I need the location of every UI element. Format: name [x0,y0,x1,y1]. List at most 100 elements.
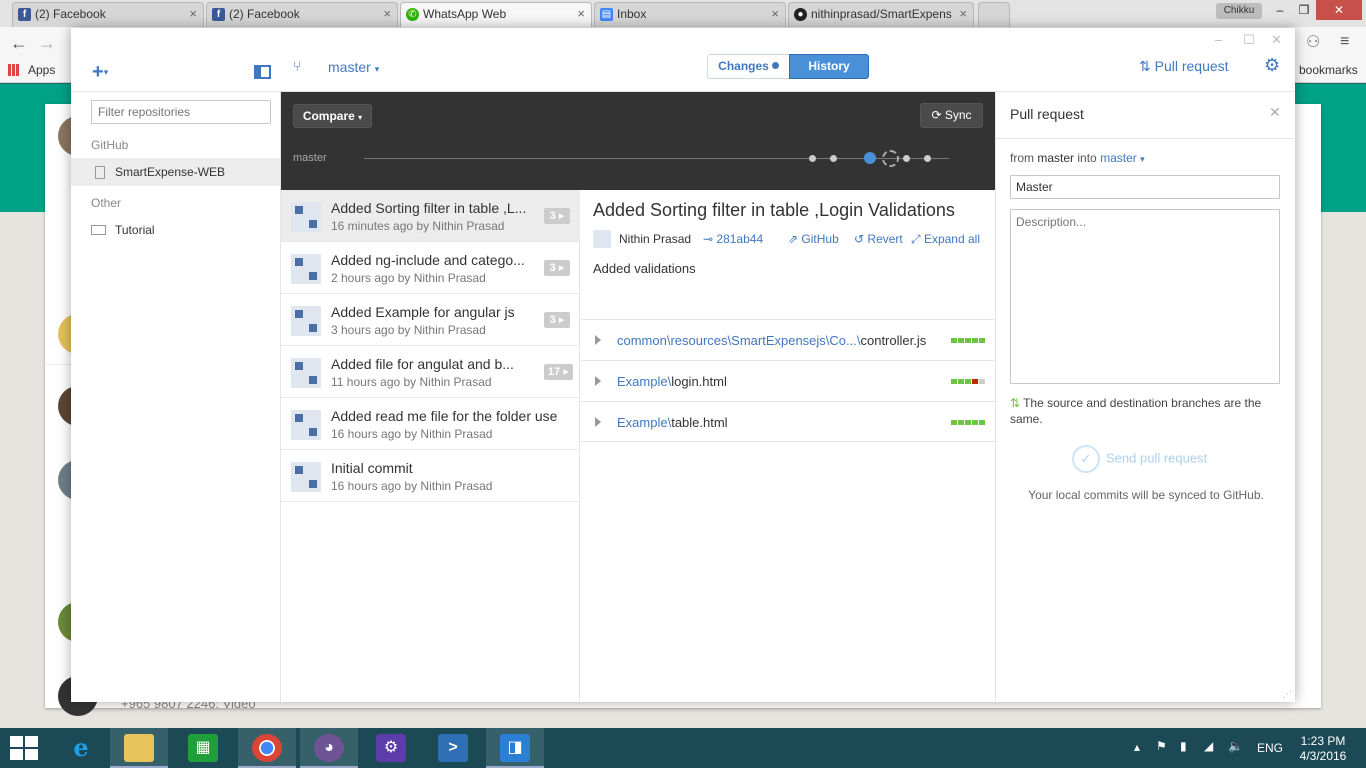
revert-button[interactable]: ↺ Revert [854,232,903,246]
language-indicator[interactable]: ENG [1257,741,1283,755]
pull-request-button[interactable]: ⇅ Pull request [1139,58,1229,75]
commit-meta: 2 hours ago by Nithin Prasad [331,271,486,285]
browser-tab[interactable]: f (2) Facebook × [206,2,398,27]
changed-file-row[interactable]: Example\login.html [581,360,995,401]
close-icon[interactable]: × [959,6,967,21]
timeline-node[interactable] [903,155,910,162]
maximize-icon[interactable]: ☐ [1243,32,1255,48]
taskbar-app[interactable]: ◨ [486,728,544,768]
pull-request-description-input[interactable] [1010,209,1280,384]
taskbar-store[interactable]: ▦ [174,728,232,768]
close-icon[interactable]: × [577,6,585,21]
forward-icon[interactable]: → [38,33,56,54]
gear-icon[interactable]: ⚙ [1264,55,1280,76]
flag-icon[interactable]: ⚑ [1156,739,1167,753]
minimize-icon[interactable]: – [1215,32,1222,47]
chevron-right-icon[interactable] [595,417,601,427]
timeline-node[interactable] [830,155,837,162]
tab-history[interactable]: History [789,54,869,79]
diff-stat-block [965,379,971,384]
timeline-node[interactable] [809,155,816,162]
maximize-icon[interactable]: ❐ [1292,0,1316,20]
sidebar-toggle-icon[interactable] [254,65,271,79]
browser-user-badge[interactable]: Chikku [1216,3,1262,19]
add-repository-button[interactable]: +▾ [92,62,108,82]
commit-message: Initial commit [331,460,413,476]
browser-tab[interactable]: ▤ Inbox × [594,2,786,27]
expand-all-button[interactable]: ⤢ Expand all [911,232,980,247]
commit-message: Added file for angulat and b... [331,356,514,372]
close-icon[interactable]: ✕ [1271,32,1282,48]
other-bookmarks-link[interactable]: bookmarks [1299,63,1358,77]
back-icon[interactable]: ← [10,33,28,54]
window-icon: ◨ [500,734,530,762]
commit-item[interactable]: Added read me file for the folder use 16… [281,398,580,450]
view-on-github-link[interactable]: ⇗ GitHub [788,232,839,246]
changed-file-row[interactable]: common\resources\SmartExpensejs\Co...\co… [581,319,995,360]
menu-icon[interactable]: ≡ [1340,33,1349,51]
apps-link[interactable]: Apps [28,63,55,77]
extension-icon[interactable]: ⚇ [1306,32,1320,52]
commit-item[interactable]: Initial commit 16 hours ago by Nithin Pr… [281,450,580,502]
expand-icon: ⤢ [911,232,921,246]
changed-file-row[interactable]: Example\table.html [581,401,995,442]
target-branch-selector[interactable]: master ▾ [1100,151,1145,165]
commit-file-count-badge[interactable]: 3 ▸ [544,312,570,328]
taskbar-chrome[interactable] [238,728,296,768]
apps-icon[interactable] [8,64,20,76]
compare-button[interactable]: Compare ▾ [293,104,372,128]
chevron-right-icon[interactable] [595,335,601,345]
diff-stat-block [958,379,964,384]
pull-request-title-input[interactable] [1010,175,1280,199]
file-dir: Example\ [617,374,672,389]
diff-stat-block [965,338,971,343]
sync-label: Sync [944,108,972,122]
sync-button[interactable]: ⟳ Sync [920,103,983,128]
taskbar-powershell[interactable]: > [424,728,482,768]
start-button[interactable] [10,736,38,760]
timeline-node[interactable] [924,155,931,162]
volume-icon[interactable]: 🔈 [1228,739,1243,753]
timeline-uncommitted-node[interactable] [882,150,899,167]
timeline-current-node[interactable] [864,152,876,164]
browser-tab-active[interactable]: ✆ WhatsApp Web × [400,2,592,27]
chevron-up-icon[interactable]: ▴ [1134,740,1140,754]
taskbar-file-explorer[interactable] [110,728,168,768]
branch-selector[interactable]: master ▾ [328,59,379,75]
new-tab-button[interactable] [978,2,1010,27]
resize-grip-icon[interactable]: ⋰ [1283,689,1292,700]
minimize-icon[interactable]: – [1268,0,1292,20]
browser-tab[interactable]: f (2) Facebook × [12,2,204,27]
close-icon[interactable]: × [383,6,391,21]
close-icon[interactable]: × [189,6,197,21]
taskbar-internet-explorer[interactable]: e [52,728,110,768]
clock[interactable]: 1:23 PM 4/3/2016 [1298,734,1348,764]
battery-icon[interactable]: ▮ [1180,739,1187,753]
taskbar-github-desktop[interactable]: ◕ [300,728,358,768]
wifi-icon[interactable]: ◢ [1204,739,1213,753]
commit-sha: 281ab44 [716,232,764,246]
filter-repositories-input[interactable] [91,100,271,124]
browser-tab[interactable]: ● nithinprasad/SmartExpens × [788,2,974,27]
commit-item[interactable]: Added ng-include and catego... 2 hours a… [281,242,580,294]
close-icon[interactable]: ✕ [1269,104,1281,121]
sidebar-item-smartexpense-web[interactable]: SmartExpense-WEB [71,158,280,186]
commit-file-count-badge[interactable]: 3 ▸ [544,208,570,224]
commit-file-count-badge[interactable]: 3 ▸ [544,260,570,276]
send-pull-request-button[interactable]: ✓ Send pull request [1072,445,1207,473]
close-window-icon[interactable]: ✕ [1316,0,1362,20]
target-branch: master [1100,151,1137,165]
close-icon[interactable]: × [771,6,779,21]
commit-sha-link[interactable]: ⊸ 281ab44 [703,232,763,246]
commit-item[interactable]: Added Example for angular js 3 hours ago… [281,294,580,346]
commit-item[interactable]: Added Sorting filter in table ,L... 16 m… [281,190,580,242]
chevron-right-icon[interactable] [595,376,601,386]
sidebar-item-tutorial[interactable]: Tutorial [71,216,280,244]
browser-tab-title: Inbox [617,7,647,21]
taskbar-settings[interactable]: ⚙ [362,728,420,768]
tab-changes[interactable]: Changes [707,54,789,79]
commit-item[interactable]: Added file for angulat and b... 11 hours… [281,346,580,398]
file-name: table.html [671,415,728,430]
commit-file-count-badge[interactable]: 17 ▸ [544,364,573,380]
facebook-icon: f [212,8,225,21]
